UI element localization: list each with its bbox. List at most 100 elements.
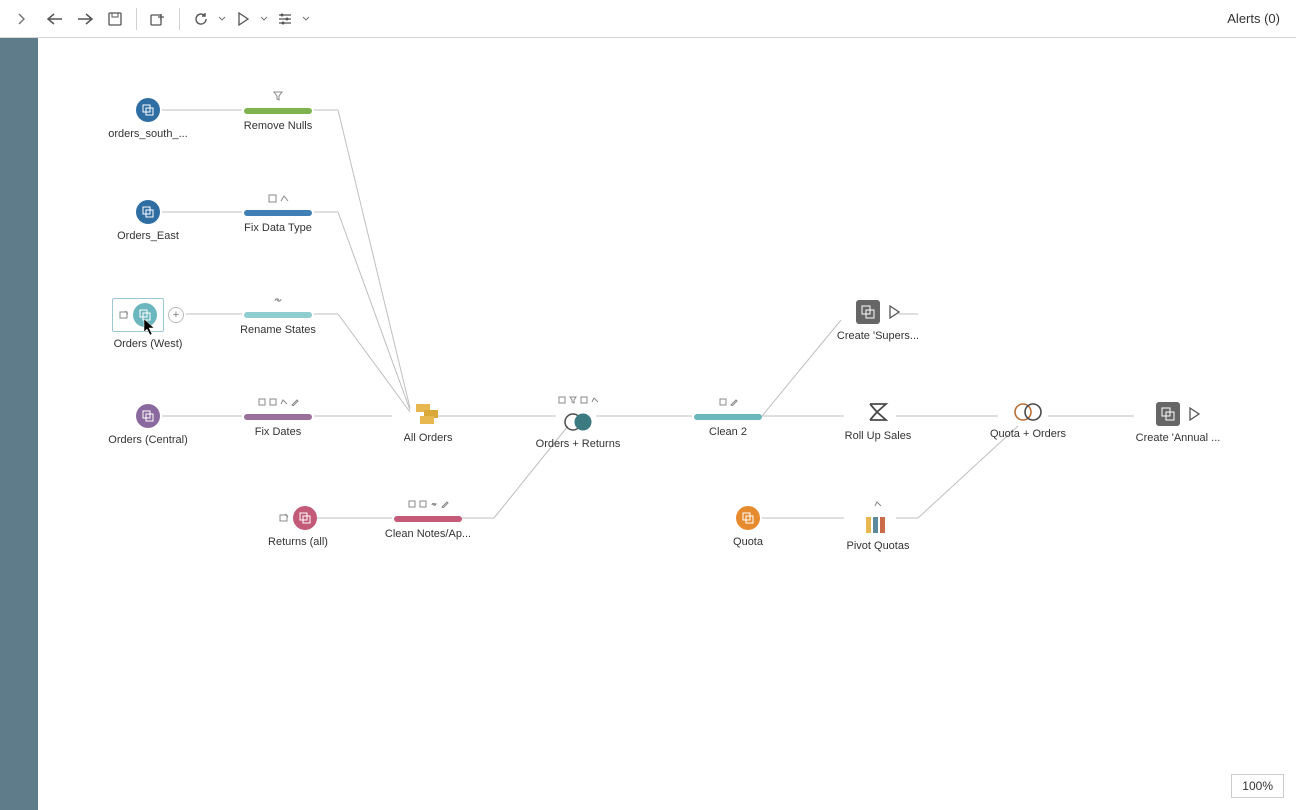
node-quota-orders[interactable]: Quota + Orders [968,402,1088,440]
calc-icon [269,398,277,406]
node-label: All Orders [404,432,453,444]
settings-button[interactable] [270,4,300,34]
node-orders-east[interactable]: Orders_East [88,200,208,242]
clean-changes-icons [273,90,283,102]
forward-button[interactable] [70,4,100,34]
clean-changes-icons [874,498,882,510]
input-step-icon [136,200,160,224]
node-roll-up-sales[interactable]: Roll Up Sales [818,400,938,442]
clean-step-bar [244,108,312,114]
clean-changes-icons [268,192,289,204]
calc-icon [580,396,588,404]
node-label: Orders_East [117,230,179,242]
clean-changes-icons [408,498,449,510]
run-output-icon[interactable] [888,305,900,319]
calc-icon [408,500,416,508]
separator [179,8,180,30]
node-label: Fix Dates [255,426,301,438]
union-step-icon [414,402,442,426]
node-create-annual[interactable]: Create 'Annual ... [1118,402,1238,444]
left-rail [0,38,38,810]
clean-changes-icons [719,396,738,408]
node-orders-returns[interactable]: Orders + Returns [518,394,638,450]
link-icon [273,295,283,305]
node-label: Quota + Orders [990,428,1066,440]
filter-icon [569,396,577,404]
link-icon [430,500,438,508]
clean-changes-icons [258,396,299,408]
node-fix-data-type[interactable]: Fix Data Type [218,192,338,234]
toolbar: Alerts (0) [0,0,1296,38]
input-step-icon [136,404,160,428]
edit-icon [441,500,449,508]
node-label: Returns (all) [268,536,328,548]
node-clean2[interactable]: Clean 2 [668,396,788,438]
selected-node-frame [112,298,164,332]
edit-icon [730,398,738,406]
separator [136,8,137,30]
calc-icon [419,500,427,508]
node-label: Create 'Annual ... [1136,432,1221,444]
settings-dropdown[interactable] [300,4,312,34]
add-data-button[interactable] [143,4,173,34]
node-label: Orders + Returns [536,438,621,450]
node-pivot-quotas[interactable]: Pivot Quotas [818,498,938,552]
node-clean-notes[interactable]: Clean Notes/Ap... [368,498,488,540]
join-step-icon [563,412,593,432]
flow-canvas[interactable]: orders_south_... Orders_East + Orders (W… [38,38,1296,810]
node-orders-south[interactable]: orders_south_... [88,98,208,140]
run-flow-button[interactable] [228,4,258,34]
rename-icon [119,310,129,320]
node-label: Fix Data Type [244,222,312,234]
calc-icon [268,194,277,203]
node-label: Roll Up Sales [845,430,912,442]
input-step-icon [293,506,317,530]
run-flow-dropdown[interactable] [258,4,270,34]
node-rename-states[interactable]: Rename States [218,294,338,336]
change-icon [280,398,288,406]
clean-step-bar [394,516,462,522]
output-step-icon [1156,402,1180,426]
input-step-icon [133,303,157,327]
zoom-indicator[interactable]: 100% [1231,774,1284,798]
node-label: Clean 2 [709,426,747,438]
node-label: Orders (West) [114,338,183,350]
node-orders-west[interactable]: + Orders (West) [73,298,223,350]
node-create-supers[interactable]: Create 'Supers... [818,300,938,342]
node-fix-dates[interactable]: Fix Dates [218,396,338,438]
node-label: Remove Nulls [244,120,312,132]
node-label: Quota [733,536,763,548]
save-button[interactable] [100,4,130,34]
clean-changes-icons [558,394,599,406]
alerts-button[interactable]: Alerts (0) [1227,11,1280,26]
change-icon [874,500,882,508]
calc-icon [258,398,266,406]
join-step-icon [1013,402,1043,422]
rename-icon [279,513,289,523]
run-output-icon[interactable] [1188,407,1200,421]
node-remove-nulls[interactable]: Remove Nulls [218,90,338,132]
input-step-icon [736,506,760,530]
input-step-icon [136,98,160,122]
add-step-button[interactable]: + [168,307,184,323]
change-icon [280,194,289,203]
refresh-dropdown[interactable] [216,4,228,34]
aggregate-step-icon [866,400,890,424]
calc-icon [558,396,566,404]
node-orders-central[interactable]: Orders (Central) [88,404,208,446]
clean-step-bar [244,210,312,216]
node-quota[interactable]: Quota [688,506,808,548]
node-label: Orders (Central) [108,434,187,446]
edit-icon [291,398,299,406]
refresh-button[interactable] [186,4,216,34]
node-label: orders_south_... [108,128,188,140]
back-button[interactable] [40,4,70,34]
pivot-step-icon [865,516,891,534]
node-label: Create 'Supers... [837,330,919,342]
node-label: Clean Notes/Ap... [385,528,471,540]
node-label: Pivot Quotas [847,540,910,552]
clean-step-bar [244,414,312,420]
calc-icon [719,398,727,406]
node-all-orders[interactable]: All Orders [368,402,488,444]
node-returns-all[interactable]: Returns (all) [238,506,358,548]
